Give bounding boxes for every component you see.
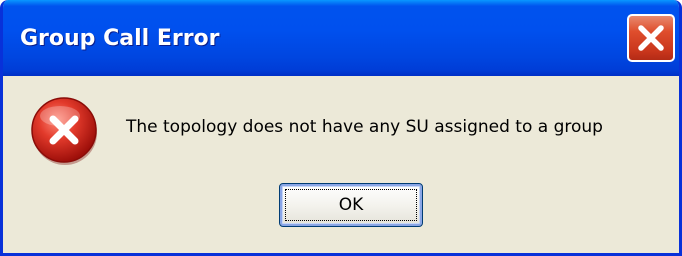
close-icon xyxy=(638,25,664,51)
error-icon xyxy=(31,97,97,165)
error-message: The topology does not have any SU assign… xyxy=(126,117,603,137)
ok-button[interactable]: OK xyxy=(279,183,423,227)
error-dialog: Group Call Error The topology does not h… xyxy=(0,0,682,256)
window-title: Group Call Error xyxy=(20,26,220,51)
title-bar[interactable]: Group Call Error xyxy=(3,0,679,76)
close-button[interactable] xyxy=(627,14,675,62)
ok-button-label: OK xyxy=(338,195,364,215)
